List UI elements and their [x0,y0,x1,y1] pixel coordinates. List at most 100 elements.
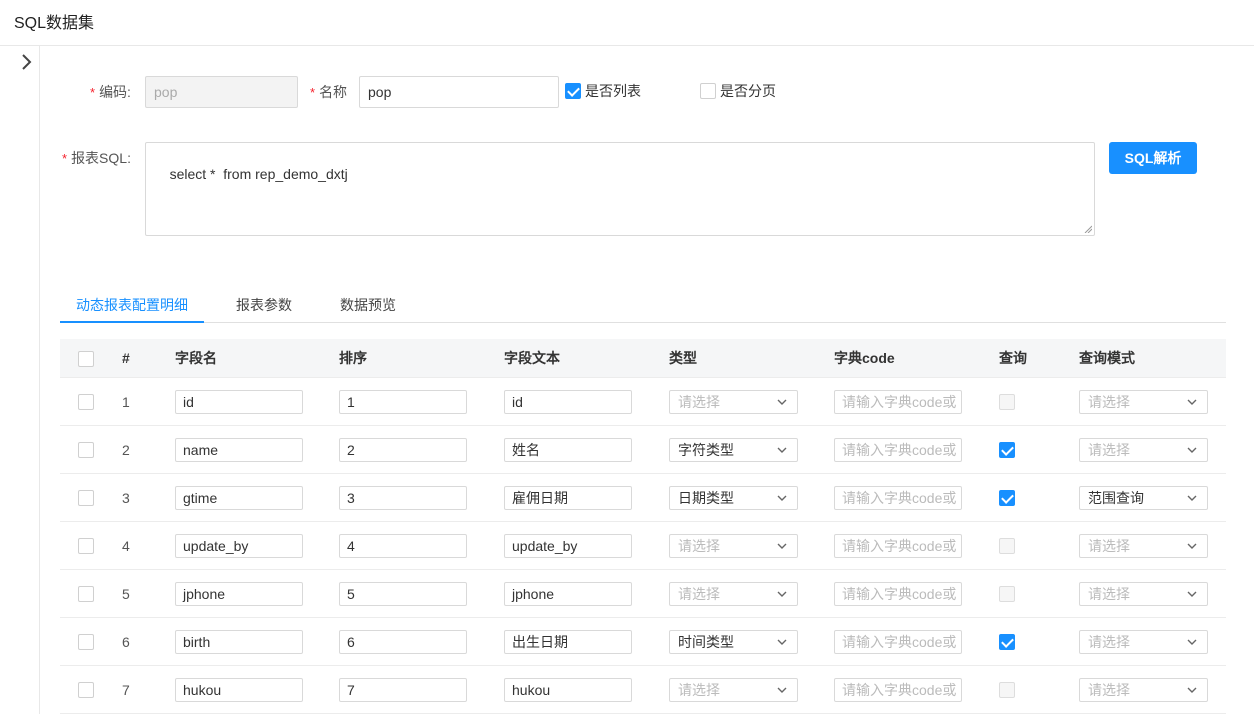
row-index: 7 [122,682,130,698]
query-mode-select[interactable]: 请选择 [1079,678,1208,702]
field-name-input[interactable]: jphone [175,582,303,606]
type-select[interactable]: 请选择 [669,534,798,558]
chevron-down-icon [1187,447,1197,453]
chevron-down-icon [777,447,787,453]
query-checkbox[interactable] [999,490,1015,506]
is-paged-checkbox[interactable] [700,83,716,99]
chevron-down-icon [1187,639,1197,645]
field-name-input[interactable]: hukou [175,678,303,702]
chevron-down-icon [777,399,787,405]
dict-code-input[interactable]: 请输入字典code或 [834,678,962,702]
name-input[interactable] [359,76,559,108]
row-index: 1 [122,394,130,410]
table-row: 5 jphone 5 jphone 请选择 请输入字典code或 请选择 [60,570,1226,618]
th-query-mode: 查询模式 [1079,350,1135,366]
query-mode-select-value: 请选择 [1088,538,1130,554]
th-index: # [122,350,130,366]
is-list-checkbox[interactable] [565,83,581,99]
row-select-checkbox[interactable] [78,634,94,650]
required-mark: * [90,85,96,100]
page-header: SQL数据集 [0,0,1254,46]
query-checkbox[interactable] [999,538,1015,554]
chevron-right-icon[interactable] [16,52,36,72]
field-name-input[interactable]: birth [175,630,303,654]
dict-code-input[interactable]: 请输入字典code或 [834,630,962,654]
query-mode-select[interactable]: 请选择 [1079,582,1208,606]
field-name-input[interactable]: update_by [175,534,303,558]
row-select-checkbox[interactable] [78,586,94,602]
field-name-input[interactable]: name [175,438,303,462]
type-select-value: 时间类型 [678,634,734,650]
query-mode-select-value: 请选择 [1088,586,1130,602]
order-input[interactable]: 2 [339,438,467,462]
th-type: 类型 [669,350,697,366]
type-select[interactable]: 请选择 [669,390,798,414]
field-name-input[interactable]: gtime [175,486,303,510]
field-text-input[interactable]: 雇佣日期 [504,486,632,510]
order-input[interactable]: 4 [339,534,467,558]
table-row: 2 name 2 姓名 字符类型 请输入字典code或 请选择 [60,426,1226,474]
field-name-input[interactable]: id [175,390,303,414]
dict-code-input[interactable]: 请输入字典code或 [834,534,962,558]
order-input[interactable]: 1 [339,390,467,414]
name-label-text: 名称 [319,84,348,100]
dict-code-input[interactable]: 请输入字典code或 [834,438,962,462]
row-select-checkbox[interactable] [78,682,94,698]
sql-text: select * from rep_demo_dxtj [169,166,348,182]
query-mode-select-value: 请选择 [1088,394,1130,410]
row-select-checkbox[interactable] [78,442,94,458]
code-input[interactable] [145,76,298,108]
order-input[interactable]: 3 [339,486,467,510]
table-header: # 字段名 排序 字段文本 类型 字典code 查询 查询模式 [60,339,1226,378]
type-select[interactable]: 时间类型 [669,630,798,654]
type-select-value: 请选择 [678,538,720,554]
select-all-checkbox[interactable] [78,351,94,367]
order-input[interactable]: 5 [339,582,467,606]
tab-report-params[interactable]: 报表参数 [220,287,308,323]
order-input[interactable]: 7 [339,678,467,702]
field-text-input[interactable]: hukou [504,678,632,702]
type-select[interactable]: 请选择 [669,678,798,702]
type-select-value: 请选择 [678,682,720,698]
row-select-checkbox[interactable] [78,490,94,506]
resize-grip-icon[interactable] [1084,225,1092,233]
tab-config-detail[interactable]: 动态报表配置明细 [60,287,204,323]
sql-label-text: 报表SQL: [71,150,131,166]
type-select[interactable]: 请选择 [669,582,798,606]
field-text-input[interactable]: jphone [504,582,632,606]
order-input[interactable]: 6 [339,630,467,654]
dict-code-input[interactable]: 请输入字典code或 [834,486,962,510]
dict-code-input[interactable]: 请输入字典code或 [834,390,962,414]
th-field-text: 字段文本 [504,350,560,366]
field-text-input[interactable]: 出生日期 [504,630,632,654]
query-checkbox[interactable] [999,442,1015,458]
query-checkbox[interactable] [999,682,1015,698]
query-mode-select[interactable]: 请选择 [1079,534,1208,558]
tab-data-preview[interactable]: 数据预览 [324,287,412,323]
row-select-checkbox[interactable] [78,394,94,410]
query-checkbox[interactable] [999,634,1015,650]
table-row: 3 gtime 3 雇佣日期 日期类型 请输入字典code或 范围查询 [60,474,1226,522]
row-select-checkbox[interactable] [78,538,94,554]
chevron-down-icon [1187,687,1197,693]
field-text-input[interactable]: update_by [504,534,632,558]
query-mode-select[interactable]: 请选择 [1079,390,1208,414]
th-field-name: 字段名 [175,350,217,366]
type-select[interactable]: 字符类型 [669,438,798,462]
query-mode-select-value: 请选择 [1088,634,1130,650]
code-label-text: 编码: [99,84,131,100]
type-select[interactable]: 日期类型 [669,486,798,510]
query-mode-select[interactable]: 请选择 [1079,630,1208,654]
sql-textarea[interactable]: select * from rep_demo_dxtj [145,142,1095,236]
sql-parse-button[interactable]: SQL解析 [1109,142,1197,174]
field-text-input[interactable]: id [504,390,632,414]
row-index: 3 [122,490,130,506]
query-checkbox[interactable] [999,394,1015,410]
query-mode-select[interactable]: 请选择 [1079,438,1208,462]
chevron-down-icon [777,591,787,597]
field-text-input[interactable]: 姓名 [504,438,632,462]
query-checkbox[interactable] [999,586,1015,602]
dict-code-input[interactable]: 请输入字典code或 [834,582,962,606]
chevron-down-icon [777,639,787,645]
query-mode-select[interactable]: 范围查询 [1079,486,1208,510]
